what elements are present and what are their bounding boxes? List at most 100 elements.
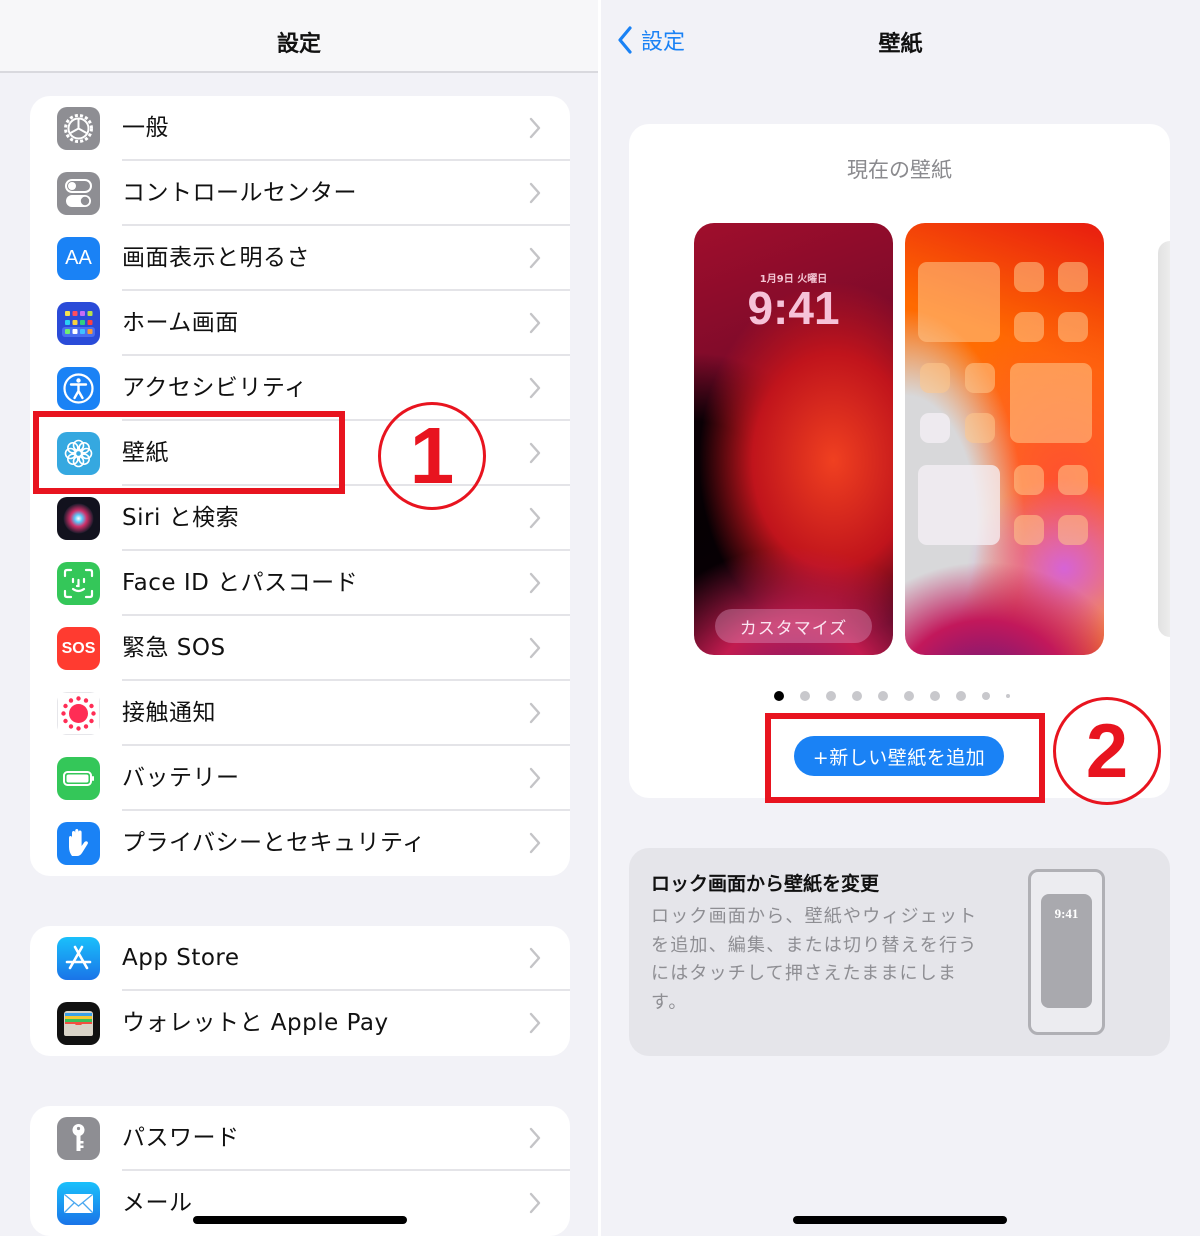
- settings-row[interactable]: AA 画面表示と明るさ: [30, 226, 570, 291]
- page-dot[interactable]: [1006, 694, 1010, 698]
- home-screen-preview[interactable]: [905, 223, 1104, 655]
- settings-row[interactable]: ウォレットと Apple Pay: [30, 991, 570, 1056]
- settings-row-label: 画面表示と明るさ: [122, 245, 310, 271]
- hand-icon: [57, 822, 100, 865]
- page-dot[interactable]: [800, 691, 810, 701]
- home-grid-icon: [57, 302, 100, 345]
- settings-row[interactable]: バッテリー: [30, 746, 570, 811]
- settings-row[interactable]: 一般: [30, 96, 570, 161]
- exposure-notification-icon: [57, 692, 100, 735]
- chevron-right-icon: [529, 117, 541, 139]
- face-id-icon: [57, 562, 100, 605]
- app-icon-placeholder: [1014, 262, 1044, 292]
- battery-icon: [57, 757, 100, 800]
- chevron-right-icon: [529, 377, 541, 399]
- page-title: 設定: [276, 32, 321, 57]
- settings-row[interactable]: コントロールセンター: [30, 161, 570, 226]
- chevron-right-icon: [529, 442, 541, 464]
- annotation-step-number: 2: [1085, 708, 1129, 794]
- settings-row-label: App Store: [122, 945, 240, 971]
- page-dot[interactable]: [930, 691, 940, 701]
- settings-row[interactable]: メール: [30, 1171, 570, 1236]
- tip-body: ロック画面から、壁紙やウィジェットを追加、編集、または切り替えを行うにはタッチし…: [651, 906, 978, 1013]
- app-icon-placeholder: [965, 413, 995, 443]
- chevron-right-icon: [529, 637, 541, 659]
- settings-row[interactable]: パスワード: [30, 1106, 570, 1171]
- settings-panel: 設定 一般 コントロールセンター AA 画面表示と明るさ ホーム画面 アクセシビリティ 壁紙…: [0, 0, 598, 1236]
- chevron-right-icon: [529, 312, 541, 334]
- app-icon-placeholder: [1058, 262, 1088, 292]
- toggles-icon: [57, 172, 100, 215]
- settings-row-label: Siri と検索: [122, 505, 240, 531]
- app-icon-placeholder: [920, 363, 950, 393]
- app-icon-placeholder: [1058, 515, 1088, 545]
- settings-row-label: 接触通知: [122, 700, 216, 726]
- settings-row-label: プライバシーとセキュリティ: [122, 830, 426, 856]
- chevron-right-icon: [529, 182, 541, 204]
- chevron-right-icon: [529, 1127, 541, 1149]
- settings-row[interactable]: App Store: [30, 926, 570, 991]
- wallpaper-panel: 設定 壁紙 現在の壁紙 1月9日 火曜日 9:41 カスタマイズ +新しい壁紙を…: [601, 0, 1200, 1236]
- page-title: 壁紙: [878, 32, 923, 57]
- chevron-right-icon: [529, 572, 541, 594]
- page-dot[interactable]: [904, 691, 914, 701]
- wallet-icon: [57, 1002, 100, 1045]
- settings-row[interactable]: Face ID とパスコード: [30, 551, 570, 616]
- page-dot[interactable]: [956, 691, 966, 701]
- home-indicator: [193, 1216, 407, 1224]
- settings-group-store: App Store ウォレットと Apple Pay: [30, 926, 570, 1056]
- settings-row[interactable]: Siri と検索: [30, 486, 570, 551]
- next-wallpaper-peek[interactable]: [1158, 241, 1170, 637]
- chevron-right-icon: [529, 247, 541, 269]
- app-store-icon: [57, 937, 100, 980]
- tip-title: ロック画面から壁紙を変更: [651, 873, 880, 895]
- page-dot[interactable]: [982, 692, 990, 700]
- accessibility-icon: [57, 367, 100, 410]
- current-wallpaper-caption: 現在の壁紙: [847, 158, 952, 182]
- annotation-step-2: 2: [1053, 697, 1161, 805]
- gear-icon: [57, 107, 100, 150]
- annotation-highlight-box-1: [33, 411, 345, 494]
- chevron-right-icon: [529, 702, 541, 724]
- lock-screen-tip-card: ロック画面から壁紙を変更 ロック画面から、壁紙やウィジェットを追加、編集、または…: [629, 848, 1170, 1056]
- settings-row[interactable]: SOS 緊急 SOS: [30, 616, 570, 681]
- app-icon-placeholder: [1014, 515, 1044, 545]
- chevron-right-icon: [529, 1012, 541, 1034]
- key-icon: [57, 1117, 100, 1160]
- phone-illustration-screen: 9:41: [1041, 894, 1092, 1008]
- page-dot[interactable]: [774, 691, 784, 701]
- chevron-right-icon: [529, 767, 541, 789]
- settings-row[interactable]: ホーム画面: [30, 291, 570, 356]
- settings-row-label: コントロールセンター: [122, 180, 357, 206]
- app-icon-placeholder: [1058, 312, 1088, 342]
- settings-row[interactable]: 接触通知: [30, 681, 570, 746]
- page-dot[interactable]: [826, 691, 836, 701]
- settings-row-label: バッテリー: [122, 765, 240, 791]
- app-icon-placeholder: [965, 363, 995, 393]
- chevron-right-icon: [529, 832, 541, 854]
- page-dot[interactable]: [852, 691, 862, 701]
- widget-placeholder: [918, 262, 1000, 342]
- settings-row-label: Face ID とパスコード: [122, 570, 359, 596]
- settings-row[interactable]: プライバシーとセキュリティ: [30, 811, 570, 876]
- settings-row-label: ホーム画面: [122, 310, 239, 336]
- settings-row-label: 緊急 SOS: [122, 635, 226, 661]
- phone-illustration-time: 9:41: [1054, 906, 1079, 921]
- annotation-step-1: 1: [378, 402, 486, 510]
- lock-screen-time: 9:41: [747, 282, 840, 334]
- page-indicator[interactable]: [774, 691, 1010, 701]
- app-icon-placeholder: [1014, 465, 1044, 495]
- settings-row-label: ウォレットと Apple Pay: [122, 1010, 389, 1036]
- home-indicator: [793, 1216, 1007, 1224]
- page-dot[interactable]: [878, 691, 888, 701]
- sos-icon: SOS: [57, 627, 100, 670]
- widget-placeholder: [1010, 363, 1092, 443]
- app-icon-placeholder: [1014, 312, 1044, 342]
- customize-button[interactable]: カスタマイズ: [715, 609, 872, 643]
- settings-row-label: 一般: [122, 115, 169, 141]
- lock-screen-preview[interactable]: 1月9日 火曜日 9:41 カスタマイズ: [694, 223, 893, 655]
- chevron-right-icon: [529, 507, 541, 529]
- app-icon-placeholder: [1058, 465, 1088, 495]
- current-wallpaper-card: 現在の壁紙 1月9日 火曜日 9:41 カスタマイズ +新しい壁紙を追加: [629, 124, 1170, 798]
- chevron-right-icon: [529, 947, 541, 969]
